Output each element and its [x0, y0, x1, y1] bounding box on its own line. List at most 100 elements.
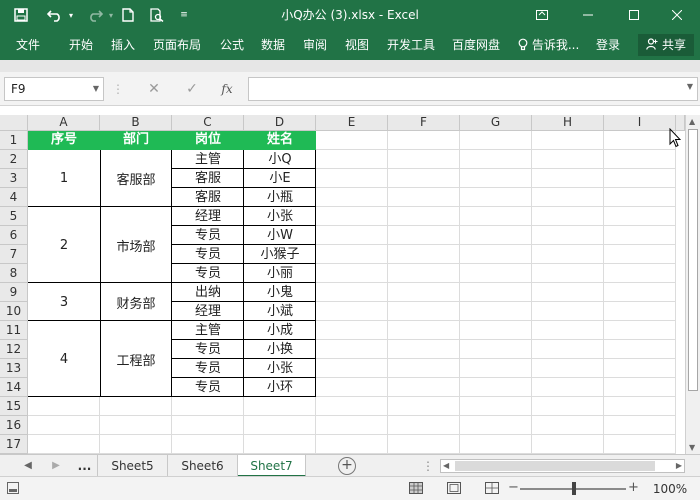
tab-review[interactable]: 审阅 — [303, 30, 327, 60]
header-cell-dept[interactable]: 部门 — [100, 131, 172, 150]
row-header-6[interactable]: 6 — [0, 226, 28, 245]
cell-position[interactable]: 专员 — [172, 359, 244, 378]
cell-name[interactable]: 小鬼 — [244, 283, 316, 302]
enter-check-icon[interactable]: ✓ — [180, 77, 204, 101]
formula-input[interactable]: ▼ — [248, 77, 698, 101]
cell-group-3-no[interactable]: 3 — [28, 283, 100, 321]
cell-name[interactable]: 小猴子 — [244, 245, 316, 264]
sheet-nav-next-icon[interactable]: ▶ — [46, 455, 66, 477]
row-header-11[interactable]: 11 — [0, 321, 28, 340]
cell-group-1-dept[interactable]: 客服部 — [100, 150, 172, 207]
cell-position[interactable]: 出纳 — [172, 283, 244, 302]
cell-group-4-dept[interactable]: 工程部 — [100, 321, 172, 397]
sheet-nav-prev-icon[interactable]: ◀ — [18, 455, 38, 477]
tab-insert[interactable]: 插入 — [111, 30, 135, 60]
header-cell-name[interactable]: 姓名 — [244, 131, 316, 150]
cell-name[interactable]: 小成 — [244, 321, 316, 340]
expand-formula-icon[interactable]: ▼ — [687, 82, 693, 91]
cell-group-2-no[interactable]: 2 — [28, 207, 100, 283]
row-header-4[interactable]: 4 — [0, 188, 28, 207]
header-cell-position[interactable]: 岗位 — [172, 131, 244, 150]
cell-name[interactable]: 小E — [244, 169, 316, 188]
tab-baidu-netdisk[interactable]: 百度网盘 — [452, 30, 500, 60]
cell-position[interactable]: 专员 — [172, 378, 244, 397]
tab-page-layout[interactable]: 页面布局 — [153, 30, 201, 60]
row-header-1[interactable]: 1 — [0, 131, 28, 150]
cell-name[interactable]: 小换 — [244, 340, 316, 359]
tab-formulas[interactable]: 公式 — [220, 30, 244, 60]
scroll-down-icon[interactable]: ▼ — [689, 443, 695, 452]
scroll-right-icon[interactable]: ▶ — [676, 461, 682, 470]
add-sheet-button[interactable]: + — [338, 457, 356, 475]
column-header-g[interactable]: G — [460, 115, 532, 131]
vertical-scrollbar[interactable]: ▲ ▼ — [685, 115, 700, 454]
column-header-f[interactable]: F — [388, 115, 460, 131]
column-header-a[interactable]: A — [28, 115, 100, 131]
cell-name[interactable]: 小张 — [244, 359, 316, 378]
row-header-2[interactable]: 2 — [0, 150, 28, 169]
tab-split-handle[interactable]: ⋮ — [422, 459, 434, 473]
macro-record-icon[interactable] — [6, 482, 20, 496]
zoom-level[interactable]: 100% — [650, 482, 690, 496]
cell-group-1-no[interactable]: 1 — [28, 150, 100, 207]
cell-position[interactable]: 专员 — [172, 264, 244, 283]
cell-position[interactable]: 经理 — [172, 302, 244, 321]
column-header-h[interactable]: H — [532, 115, 604, 131]
horizontal-scrollbar[interactable]: ◀ ▶ — [440, 459, 685, 473]
row-header-7[interactable]: 7 — [0, 245, 28, 264]
cell-name[interactable]: 小环 — [244, 378, 316, 397]
select-all-corner[interactable] — [0, 115, 28, 131]
row-header-10[interactable]: 10 — [0, 302, 28, 321]
share-button[interactable]: 共享 — [638, 34, 694, 56]
chevron-down-icon[interactable]: ▼ — [93, 78, 99, 100]
sheet-tab-sheet6[interactable]: Sheet6 — [168, 455, 238, 477]
cell-position[interactable]: 客服 — [172, 169, 244, 188]
cell-position[interactable]: 客服 — [172, 188, 244, 207]
cell-group-3-dept[interactable]: 财务部 — [100, 283, 172, 321]
column-header-d[interactable]: D — [244, 115, 316, 131]
cancel-icon[interactable]: ✕ — [142, 77, 166, 101]
cell-name[interactable]: 小W — [244, 226, 316, 245]
cell-position[interactable]: 经理 — [172, 207, 244, 226]
sheet-more-button[interactable]: ... — [72, 455, 98, 477]
horizontal-scroll-thumb[interactable] — [455, 461, 655, 471]
row-header-5[interactable]: 5 — [0, 207, 28, 226]
name-box[interactable]: F9 ▼ — [4, 77, 104, 101]
cell-name[interactable]: 小丽 — [244, 264, 316, 283]
column-header-e[interactable]: E — [316, 115, 388, 131]
row-header-14[interactable]: 14 — [0, 378, 28, 397]
column-header-b[interactable]: B — [100, 115, 172, 131]
row-header-13[interactable]: 13 — [0, 359, 28, 378]
header-cell-no[interactable]: 序号 — [28, 131, 100, 150]
cell-group-2-dept[interactable]: 市场部 — [100, 207, 172, 283]
page-layout-view-icon[interactable] — [446, 482, 462, 496]
zoom-slider-knob[interactable] — [572, 482, 576, 495]
cell-position[interactable]: 主管 — [172, 150, 244, 169]
minimize-icon[interactable] — [565, 0, 611, 30]
cell-position[interactable]: 专员 — [172, 226, 244, 245]
scroll-up-icon[interactable]: ▲ — [689, 117, 695, 126]
close-icon[interactable] — [654, 0, 700, 30]
cell-position[interactable]: 专员 — [172, 245, 244, 264]
normal-view-icon[interactable] — [408, 482, 424, 496]
column-header-c[interactable]: C — [172, 115, 244, 131]
row-header-15[interactable]: 15 — [0, 397, 28, 416]
page-break-view-icon[interactable] — [484, 482, 500, 496]
column-header-i[interactable]: I — [604, 115, 676, 131]
cell-group-4-no[interactable]: 4 — [28, 321, 100, 397]
row-header-17[interactable]: 17 — [0, 435, 28, 454]
tab-developer[interactable]: 开发工具 — [387, 30, 435, 60]
cell-position[interactable]: 专员 — [172, 340, 244, 359]
scroll-left-icon[interactable]: ◀ — [443, 461, 449, 470]
row-header-12[interactable]: 12 — [0, 340, 28, 359]
insert-function-button[interactable]: fx — [215, 77, 239, 101]
row-header-9[interactable]: 9 — [0, 283, 28, 302]
tab-data[interactable]: 数据 — [261, 30, 285, 60]
row-header-16[interactable]: 16 — [0, 416, 28, 435]
row-header-3[interactable]: 3 — [0, 169, 28, 188]
ribbon-display-icon[interactable] — [519, 0, 565, 30]
sheet-tab-sheet5[interactable]: Sheet5 — [98, 455, 168, 477]
sheet-tab-sheet7[interactable]: Sheet7 — [238, 455, 306, 477]
tab-view[interactable]: 视图 — [345, 30, 369, 60]
cell-name[interactable]: 小斌 — [244, 302, 316, 321]
